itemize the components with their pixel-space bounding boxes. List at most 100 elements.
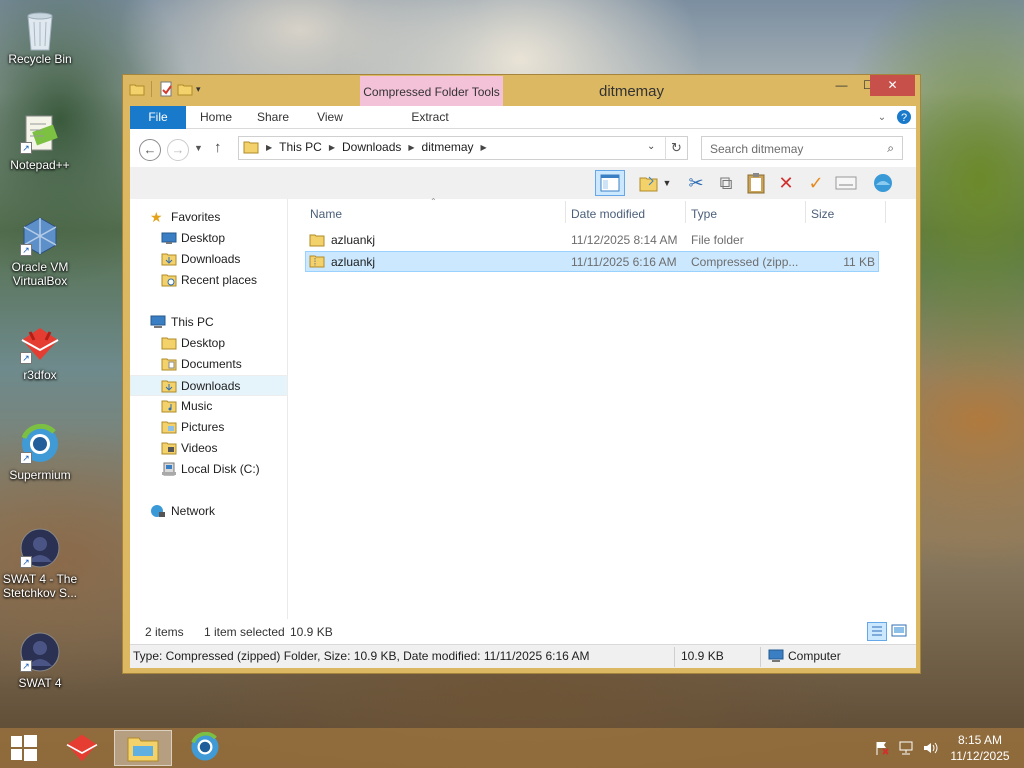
nav-desktop[interactable]: Desktop — [130, 333, 288, 354]
nav-network[interactable]: Network — [130, 501, 288, 522]
computer-icon — [768, 649, 784, 662]
column-divider[interactable] — [685, 201, 686, 223]
rename-check-icon[interactable]: ✓ — [803, 170, 829, 196]
recent-locations-icon[interactable]: ▼ — [194, 143, 203, 153]
title-bar[interactable]: ▾ Compressed Folder Tools ditmemay — ☐ ✕ — [123, 75, 920, 106]
address-bar[interactable]: ▶ This PC ▶ Downloads ▶ ditmemay ▶ ⌄ ↻ — [238, 136, 688, 160]
tab-home[interactable]: Home — [196, 106, 236, 129]
file-type: Compressed (zipp... — [691, 255, 799, 269]
refresh-icon[interactable]: ↻ — [665, 137, 687, 159]
copy-icon[interactable]: ⧉ — [713, 170, 739, 196]
expand-ribbon-icon[interactable]: ⌄ — [874, 106, 890, 129]
table-row[interactable]: azluankj 11/12/2025 8:14 AM File folder — [305, 230, 879, 251]
volume-icon[interactable] — [922, 740, 938, 759]
address-dropdown-icon[interactable]: ⌄ — [647, 141, 655, 152]
new-folder-icon[interactable] — [177, 81, 193, 97]
desktop-icon-label: Supermium — [9, 468, 71, 482]
table-row[interactable]: azluankj 11/11/2025 6:16 AM Compressed (… — [305, 251, 879, 272]
details-view-button[interactable] — [867, 622, 887, 641]
chevron-right-icon[interactable]: ▶ — [481, 143, 487, 152]
chevron-right-icon[interactable]: ▶ — [329, 143, 335, 152]
nav-local-disk[interactable]: Local Disk (C:) — [130, 459, 288, 480]
command-toolbar: ▼ ✂ ⧉ ✕ ✓ — [130, 167, 916, 199]
computer-icon — [150, 315, 166, 328]
customize-qat-icon[interactable]: ▾ — [196, 84, 201, 95]
desktop-icon-swat4[interactable]: ↗ SWAT 4 — [2, 632, 78, 690]
tab-file[interactable]: File — [130, 106, 186, 129]
nav-this-pc[interactable]: This PC — [130, 312, 288, 333]
action-center-flag-icon[interactable] — [874, 740, 890, 759]
close-button[interactable]: ✕ — [870, 75, 915, 96]
column-header-name[interactable]: Name — [310, 203, 342, 225]
desktop-icon-virtualbox[interactable]: ↗ Oracle VM VirtualBox — [2, 216, 78, 288]
column-divider[interactable] — [805, 201, 806, 223]
desktop-icon-label: SWAT 4 - The Stetchkov S... — [2, 572, 78, 600]
new-item-dropdown-icon[interactable]: ▼ — [660, 170, 674, 196]
tab-share[interactable]: Share — [253, 106, 293, 129]
nav-pictures[interactable]: Pictures — [130, 417, 288, 438]
forward-button[interactable]: → — [167, 139, 189, 161]
clock-time: 8:15 AM — [957, 733, 1003, 747]
chevron-right-icon[interactable]: ▶ — [266, 143, 272, 152]
delete-icon[interactable]: ✕ — [773, 170, 799, 196]
preview-pane-button[interactable] — [595, 170, 625, 196]
taskbar-r3dfox[interactable] — [53, 730, 111, 766]
swat4-icon: ↗ — [20, 632, 60, 672]
status-line: 2 items 1 item selected 10.9 KB — [130, 619, 916, 644]
tab-view[interactable]: View — [310, 106, 350, 129]
chevron-right-icon[interactable]: ▶ — [408, 143, 414, 152]
column-header-size[interactable]: Size — [811, 203, 834, 225]
paste-icon[interactable] — [743, 170, 769, 196]
compressed-folder-tools-tab[interactable]: Compressed Folder Tools — [360, 76, 503, 106]
help-icon[interactable]: ? — [896, 106, 912, 129]
taskbar-file-explorer[interactable] — [114, 730, 172, 766]
search-icon[interactable]: ⌕ — [887, 141, 894, 156]
column-header-date-modified[interactable]: Date modified — [571, 203, 645, 225]
sort-indicator-icon: ⌃ — [430, 197, 437, 206]
tab-extract[interactable]: Extract — [400, 106, 460, 129]
cut-icon[interactable]: ✂ — [683, 170, 709, 196]
large-icons-view-button[interactable] — [890, 622, 910, 641]
drive-icon — [162, 462, 176, 476]
desktop-icon — [161, 232, 177, 244]
crumb-ditmemay[interactable]: ditmemay — [422, 140, 474, 154]
desktop-icon-r3dfox[interactable]: ↗ r3dfox — [2, 324, 78, 382]
network-tray-icon[interactable] — [898, 740, 914, 759]
properties-icon[interactable] — [158, 81, 174, 97]
desktop-icon-swat4-expansion[interactable]: ↗ SWAT 4 - The Stetchkov S... — [2, 528, 78, 600]
column-header-type[interactable]: Type — [691, 203, 717, 225]
desktop-icon-supermium[interactable]: ↗ Supermium — [2, 423, 78, 482]
details-size: 10.9 KB — [681, 649, 724, 663]
up-button[interactable]: ↑ — [214, 139, 222, 156]
crumb-downloads[interactable]: Downloads — [342, 140, 401, 154]
crumb-this-pc[interactable]: This PC — [279, 140, 322, 154]
start-button[interactable] — [0, 730, 48, 766]
shortcut-arrow-icon: ↗ — [20, 244, 32, 256]
selection-count: 1 item selected — [204, 625, 285, 639]
desktop-icon-recycle-bin[interactable]: Recycle Bin — [2, 8, 78, 66]
nav-favorites-desktop[interactable]: Desktop — [130, 228, 288, 249]
search-input[interactable]: Search ditmemay ⌕ — [701, 136, 903, 160]
minimize-button[interactable]: — — [828, 75, 855, 96]
nav-videos[interactable]: Videos — [130, 438, 288, 459]
nav-music[interactable]: Music — [130, 396, 288, 417]
back-button[interactable]: ← — [139, 139, 161, 161]
nav-label: This PC — [171, 315, 214, 329]
details-bar: Type: Compressed (zipped) Folder, Size: … — [130, 644, 916, 668]
column-divider[interactable] — [565, 201, 566, 223]
nav-favorites[interactable]: ★ Favorites — [130, 207, 288, 228]
nav-documents[interactable]: Documents — [130, 354, 288, 375]
new-folder-button[interactable] — [636, 170, 662, 196]
options-icon[interactable] — [870, 170, 896, 196]
nav-downloads[interactable]: Downloads — [130, 375, 288, 396]
taskbar-supermium[interactable] — [176, 730, 234, 766]
clock[interactable]: 8:15 AM 11/12/2025 — [940, 732, 1020, 764]
file-date: 11/12/2025 8:14 AM — [571, 233, 678, 247]
breadcrumb: ▶ This PC ▶ Downloads ▶ ditmemay ▶ — [243, 140, 487, 154]
nav-favorites-downloads[interactable]: Downloads — [130, 249, 288, 270]
desktop-icon-notepadpp[interactable]: ↗ Notepad++ — [2, 114, 78, 172]
nav-recent-places[interactable]: Recent places — [130, 270, 288, 291]
documents-folder-icon — [161, 358, 177, 371]
properties-button[interactable] — [833, 170, 859, 196]
column-divider[interactable] — [885, 201, 886, 223]
